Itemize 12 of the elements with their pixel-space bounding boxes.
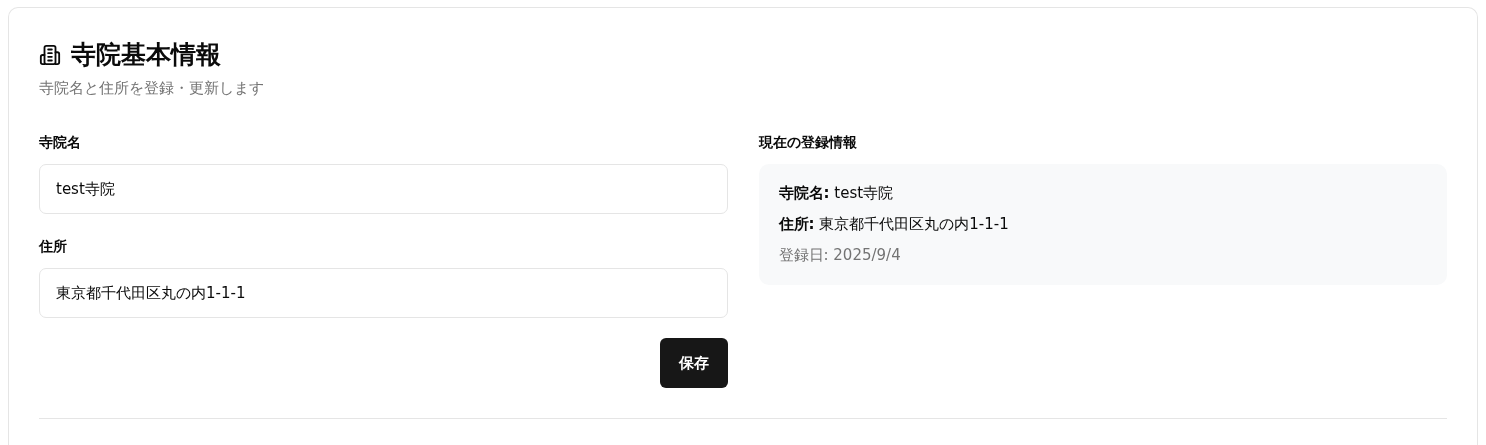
field-label: 寺院名 [39,134,81,152]
input-field[interactable]: 東京都千代田区丸の内1-1-1 [39,268,728,318]
page-subtitle: 寺院名と住所を登録・更新します [39,79,264,98]
page-title: 寺院基本情報 [71,39,221,71]
field-label: 住所 [39,238,67,256]
info-text: 登録日: 2025/9/4 [778,246,902,265]
info-text: 寺院名: test寺院 [778,184,895,203]
info-text: 住所: 東京都千代田区丸の内1-1-1 [778,215,1010,234]
section-heading: 現在の登録情報 [758,134,857,152]
input-field[interactable]: test寺院 [39,164,728,214]
building-icon [39,43,61,66]
save-button[interactable]: 保存 [659,338,728,388]
